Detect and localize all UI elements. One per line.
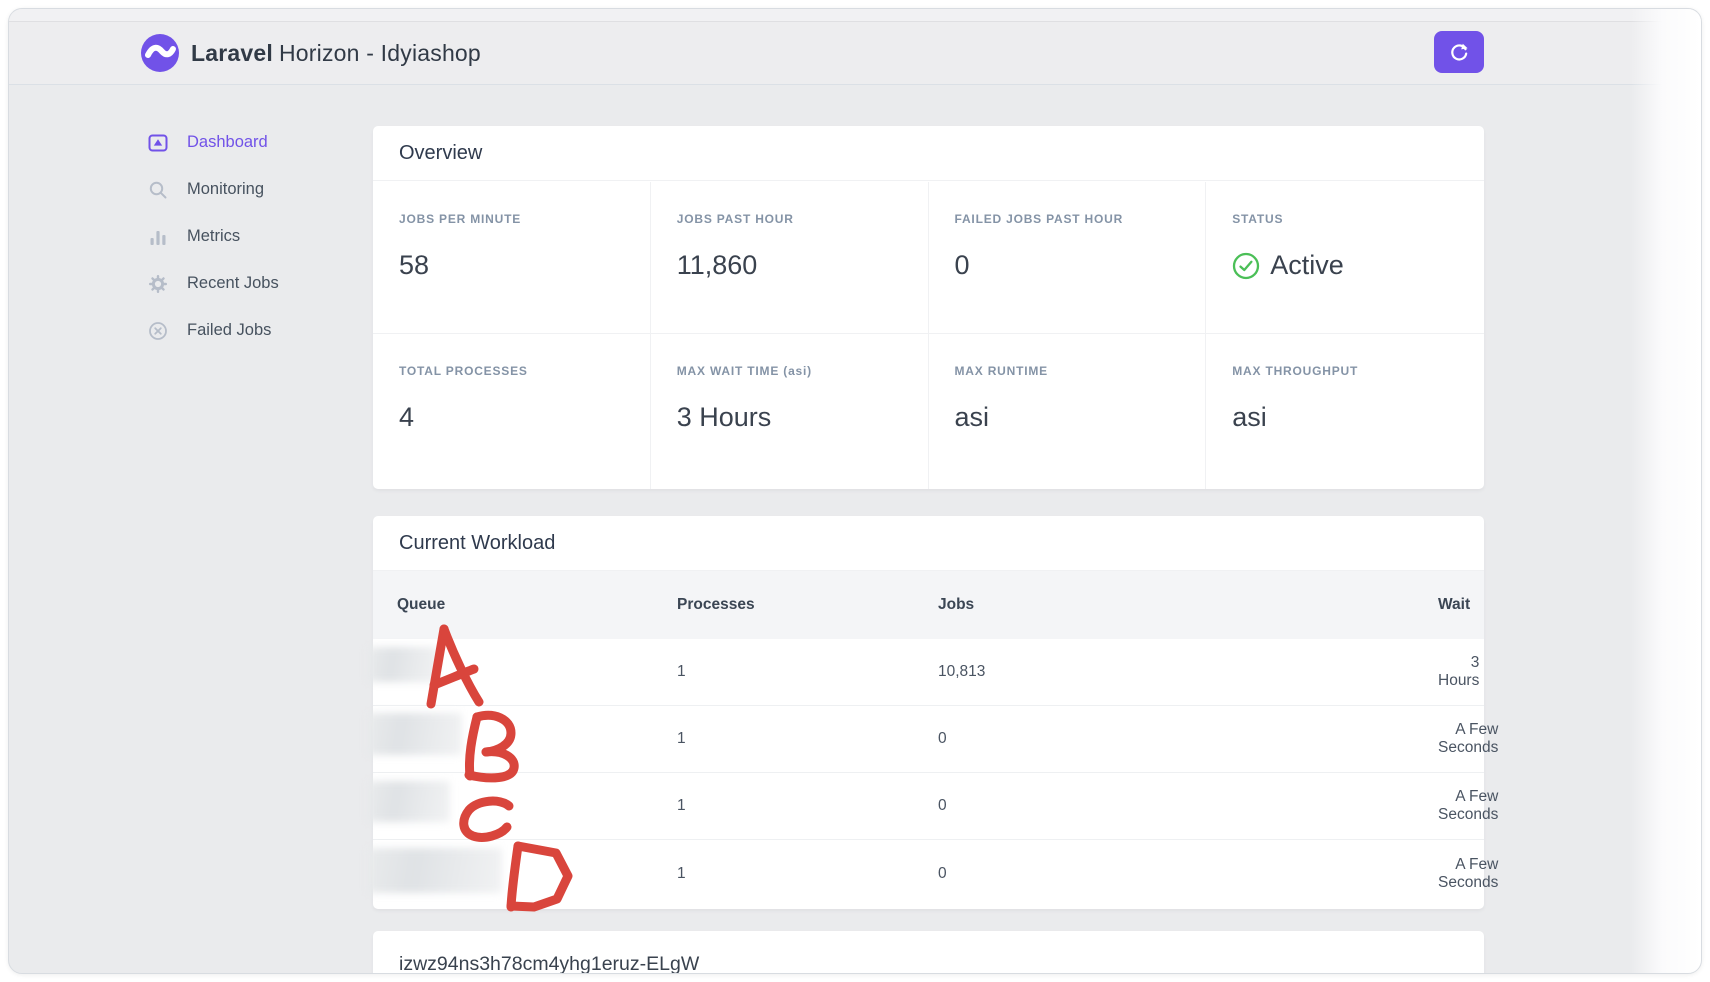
page-title: Laravel Horizon - Idyiashop xyxy=(191,40,481,67)
gear-icon xyxy=(147,273,169,295)
x-circle-icon xyxy=(147,320,169,342)
window-top-strip xyxy=(9,9,1701,22)
metric-jobs-per-minute: JOBS PER MINUTE 58 xyxy=(373,182,651,334)
supervisor-card: izwz94ns3h78cm4yhg1eruz-ELgW xyxy=(373,931,1484,974)
metric-label: JOBS PAST HOUR xyxy=(676,212,794,226)
sidebar: Dashboard Monitoring Metrics Recent Jobs… xyxy=(147,119,357,354)
metric-jobs-past-hour: JOBS PAST HOUR 11,860 xyxy=(650,182,929,334)
cell-processes: 1 xyxy=(677,864,686,882)
cell-wait: 3 Hours xyxy=(1438,654,1480,689)
metric-value: 3 Hours xyxy=(676,402,772,432)
workload-table-header: Queue Processes Jobs Wait xyxy=(373,571,1484,639)
metric-failed-jobs-past-hour: FAILED JOBS PAST HOUR 0 xyxy=(928,182,1207,334)
app-header: Laravel Horizon - Idyiashop xyxy=(9,22,1701,85)
brand-name: Laravel xyxy=(191,40,273,66)
metric-label: STATUS xyxy=(1232,212,1284,226)
horizon-logo-icon xyxy=(141,34,179,72)
metric-total-processes: TOTAL PROCESSES 4 xyxy=(373,334,651,489)
cell-jobs: 0 xyxy=(938,864,947,882)
sidebar-item-label: Failed Jobs xyxy=(187,321,272,339)
app-window: Laravel Horizon - Idyiashop Dashboard Mo… xyxy=(8,8,1702,974)
metric-label: MAX RUNTIME xyxy=(954,364,1048,378)
table-row: 1 0 A Few Seconds xyxy=(373,706,1498,773)
cell-jobs: 0 xyxy=(938,797,947,814)
supervisor-id: izwz94ns3h78cm4yhg1eruz-ELgW xyxy=(399,953,700,974)
metric-max-throughput: MAX THROUGHPUT asi xyxy=(1206,334,1484,489)
metric-max-runtime: MAX RUNTIME asi xyxy=(929,334,1207,489)
sidebar-item-label: Recent Jobs xyxy=(187,274,279,292)
cell-jobs: 10,813 xyxy=(938,663,986,680)
page-subtitle: Horizon - Idyiashop xyxy=(278,40,481,66)
cell-wait: A Few Seconds xyxy=(1438,788,1499,823)
workload-title: Current Workload xyxy=(373,516,1484,571)
metric-label: MAX THROUGHPUT xyxy=(1232,364,1359,378)
overview-metric-grid: JOBS PER MINUTE 58 JOBS PAST HOUR 11,860… xyxy=(373,182,1484,489)
metric-label: TOTAL PROCESSES xyxy=(399,364,528,378)
column-header-queue: Queue xyxy=(397,596,446,613)
search-icon xyxy=(147,179,169,201)
status-value: Active xyxy=(1232,250,1458,281)
overview-card: Overview JOBS PER MINUTE 58 JOBS PAST HO… xyxy=(373,126,1484,489)
sidebar-item-failed-jobs[interactable]: Failed Jobs xyxy=(147,307,357,354)
metric-label: FAILED JOBS PAST HOUR xyxy=(954,212,1124,226)
cell-wait: A Few Seconds xyxy=(1438,721,1499,756)
table-row: 1 0 A Few Seconds xyxy=(373,840,1498,907)
metric-value: 0 xyxy=(954,250,970,280)
overview-title: Overview xyxy=(373,126,1484,181)
sidebar-item-label: Dashboard xyxy=(187,133,268,151)
right-edge-fade xyxy=(1631,9,1701,973)
metric-value: asi xyxy=(1232,402,1267,432)
column-header-jobs: Jobs xyxy=(938,596,975,613)
table-row: 1 10,813 3 Hours xyxy=(373,639,1484,706)
sidebar-item-label: Metrics xyxy=(187,227,241,245)
current-workload-card: Current Workload Queue Processes Jobs Wa… xyxy=(373,516,1498,909)
metric-max-wait-time: MAX WAIT TIME (asi) 3 Hours xyxy=(651,334,929,489)
sidebar-item-metrics[interactable]: Metrics xyxy=(147,213,357,260)
status-text: Active xyxy=(1270,250,1344,280)
metric-value: 11,860 xyxy=(676,250,758,280)
cell-processes: 1 xyxy=(677,663,686,680)
image-icon xyxy=(147,132,169,154)
screenshot-canvas: Laravel Horizon - Idyiashop Dashboard Mo… xyxy=(0,0,1710,982)
column-header-wait: Wait xyxy=(1438,596,1471,613)
metric-value: 58 xyxy=(399,250,430,280)
check-circle-icon xyxy=(1232,252,1260,280)
metric-label: JOBS PER MINUTE xyxy=(399,212,522,226)
refresh-icon xyxy=(1448,41,1470,63)
cell-wait: A Few Seconds xyxy=(1438,855,1499,891)
cell-processes: 1 xyxy=(677,730,686,747)
sidebar-item-recent-jobs[interactable]: Recent Jobs xyxy=(147,260,357,307)
sidebar-item-label: Monitoring xyxy=(187,180,265,198)
refresh-button[interactable] xyxy=(1434,31,1484,73)
metric-label: MAX WAIT TIME (asi) xyxy=(676,364,812,378)
bar-chart-icon xyxy=(147,226,169,248)
cell-jobs: 0 xyxy=(938,730,947,747)
metric-value: 4 xyxy=(399,402,415,432)
metric-status: STATUS Active xyxy=(1206,182,1484,334)
column-header-processes: Processes xyxy=(677,596,755,613)
sidebar-item-dashboard[interactable]: Dashboard xyxy=(147,119,357,166)
cell-processes: 1 xyxy=(677,797,686,814)
metric-value: asi xyxy=(954,402,990,432)
sidebar-item-monitoring[interactable]: Monitoring xyxy=(147,166,357,213)
table-row: 1 0 A Few Seconds xyxy=(373,773,1498,840)
